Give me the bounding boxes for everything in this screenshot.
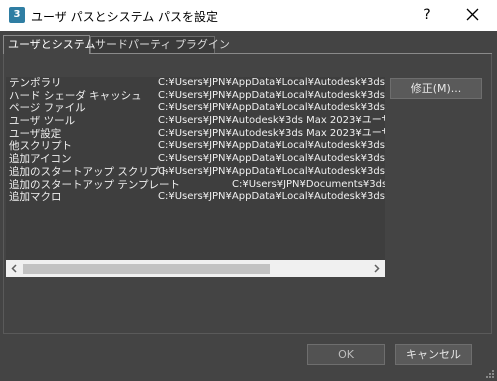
path-name: テンポラリ	[9, 77, 62, 89]
path-name: 追加のスタートアップ テンプレート	[9, 178, 181, 191]
close-button[interactable]	[460, 5, 484, 25]
path-name: 追加マクロ	[9, 191, 62, 204]
path-name: 追加のスタートアップ スクリプト	[9, 165, 170, 178]
modify-button[interactable]: 修正(M)...	[390, 78, 482, 99]
chevron-right-icon	[374, 264, 380, 273]
list-item[interactable]: ユーザ設定 C:¥Users¥JPN¥Autodesk¥3ds Max 2023¥…	[6, 128, 385, 141]
path-name: 他スクリプト	[9, 140, 72, 153]
path-name: ユーザ設定	[9, 127, 62, 140]
path-name: 追加アイコン	[9, 153, 72, 166]
scroll-right-button[interactable]	[368, 260, 385, 277]
tab-third-party-plugins[interactable]: サードパーティ プラグイン	[90, 36, 230, 53]
list-item[interactable]: 追加のスタートアップ テンプレート C:¥Users¥JPN¥Documents¥…	[6, 179, 385, 192]
path-name: ハード シェーダ キャッシュ	[9, 89, 142, 102]
path-value: C:¥Users¥JPN¥AppData¥Local¥Autodesk¥3dsM	[158, 165, 385, 177]
path-value: C:¥Users¥JPN¥AppData¥Local¥Autodesk¥3dsM	[158, 89, 385, 101]
path-value: C:¥Users¥JPN¥Autodesk¥3ds Max 2023¥ユーザ	[158, 115, 385, 127]
path-name: ページ ファイル	[9, 102, 86, 115]
path-list[interactable]: テンポラリ C:¥Users¥JPN¥AppData¥Local¥Autodesk…	[6, 77, 385, 277]
list-item[interactable]: 追加アイコン C:¥Users¥JPN¥AppData¥Local¥Autodes…	[6, 153, 385, 166]
list-item[interactable]: 他スクリプト C:¥Users¥JPN¥AppData¥Local¥Autodes…	[6, 140, 385, 153]
tab-user-and-system[interactable]: ユーザとシステム	[3, 35, 95, 54]
list-item[interactable]: テンポラリ C:¥Users¥JPN¥AppData¥Local¥Autodesk…	[6, 77, 385, 90]
path-name: ユーザ ツール	[9, 115, 76, 128]
path-list-rows: テンポラリ C:¥Users¥JPN¥AppData¥Local¥Autodesk…	[6, 77, 385, 260]
path-value: C:¥Users¥JPN¥AppData¥Local¥Autodesk¥3dsM	[158, 153, 385, 165]
resize-grip-icon[interactable]	[485, 369, 495, 379]
path-value: C:¥Users¥JPN¥AppData¥Local¥Autodesk¥3dsM	[158, 102, 385, 114]
ok-button[interactable]: OK	[307, 344, 385, 365]
title-bar: 3 ユーザ パスとシステム パスを設定 ?	[0, 0, 497, 31]
list-item[interactable]: ユーザ ツール C:¥Users¥JPN¥Autodesk¥3ds Max 202…	[6, 115, 385, 128]
list-item[interactable]: ページ ファイル C:¥Users¥JPN¥AppData¥Local¥Autod…	[6, 102, 385, 115]
list-item[interactable]: 追加のスタートアップ スクリプト C:¥Users¥JPN¥AppData¥Loc…	[6, 166, 385, 179]
path-value: C:¥Users¥JPN¥AppData¥Local¥Autodesk¥3dsM	[158, 191, 385, 203]
path-value: C:¥Users¥JPN¥Autodesk¥3ds Max 2023¥ユーザ	[158, 127, 385, 139]
chevron-left-icon	[11, 264, 17, 273]
path-value: C:¥Users¥JPN¥Documents¥3ds	[232, 178, 385, 190]
path-value: C:¥Users¥JPN¥AppData¥Local¥Autodesk¥3dsM	[158, 77, 385, 88]
list-item[interactable]: 追加マクロ C:¥Users¥JPN¥AppData¥Local¥Autodesk…	[6, 191, 385, 204]
help-button[interactable]: ?	[417, 5, 437, 25]
horizontal-scrollbar[interactable]	[6, 260, 385, 277]
cancel-button[interactable]: キャンセル	[395, 344, 472, 365]
scroll-left-button[interactable]	[6, 260, 23, 277]
close-icon	[466, 8, 478, 21]
window-title: ユーザ パスとシステム パスを設定	[31, 10, 219, 24]
list-item[interactable]: ハード シェーダ キャッシュ C:¥Users¥JPN¥AppData¥Local…	[6, 90, 385, 103]
path-value: C:¥Users¥JPN¥AppData¥Local¥Autodesk¥3dsM	[158, 140, 385, 152]
app-icon: 3	[9, 7, 25, 23]
scrollbar-thumb[interactable]	[23, 264, 270, 274]
